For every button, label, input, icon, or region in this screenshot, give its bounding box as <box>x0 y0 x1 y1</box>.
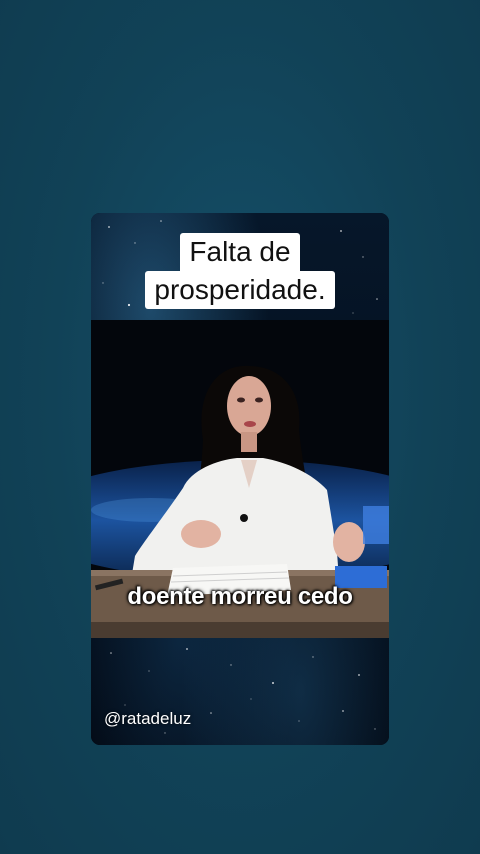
video-subtitle: doente morreu cedo <box>127 583 353 610</box>
video-card[interactable]: Falta de prosperidade. doente morreu ced… <box>91 213 389 745</box>
caption-line-1: Falta de <box>180 233 300 271</box>
caption-title: Falta de prosperidade. <box>91 233 389 309</box>
caption-line-2: prosperidade. <box>145 271 335 309</box>
creator-handle[interactable]: @ratadeluz <box>104 709 191 729</box>
screen-background: Falta de prosperidade. doente morreu ced… <box>0 0 480 854</box>
